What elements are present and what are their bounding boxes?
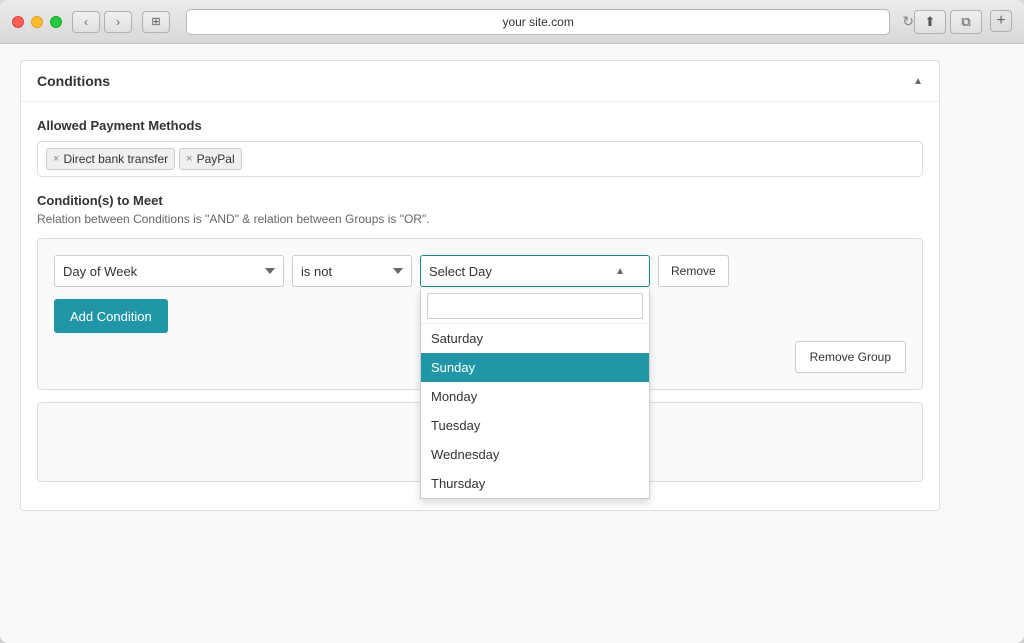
remove-condition-button[interactable]: Remove: [658, 255, 729, 287]
day-select-wrapper: Select Day ▲: [420, 255, 650, 287]
forward-button[interactable]: ›: [104, 11, 132, 33]
traffic-lights: [12, 16, 62, 28]
back-button[interactable]: ‹: [72, 11, 100, 33]
paypal-label: PayPal: [197, 152, 235, 166]
condition-type-select[interactable]: Day of Week Time Date: [54, 255, 284, 287]
dropdown-item-sunday[interactable]: Sunday: [421, 353, 649, 382]
dropdown-search-container: [421, 289, 649, 324]
browser-content: Conditions ▲ Allowed Payment Methods × D…: [0, 44, 1024, 643]
browser-window: ‹ › ⊞ your site.com ↻ ⬆ ⧉ +: [0, 0, 1024, 643]
reload-button[interactable]: ↻: [902, 13, 914, 30]
dropdown-item-wednesday[interactable]: Wednesday: [421, 440, 649, 469]
remove-direct-bank-button[interactable]: ×: [53, 154, 59, 165]
tuesday-label: Tuesday: [431, 418, 480, 433]
close-traffic-light[interactable]: [12, 16, 24, 28]
dropdown-item-saturday[interactable]: Saturday: [421, 324, 649, 353]
remove-group-button[interactable]: Remove Group: [795, 341, 906, 373]
new-tab-button[interactable]: +: [990, 10, 1012, 32]
share-icon: ⬆: [925, 14, 936, 30]
dropdown-list: Saturday Sunday Monday: [421, 324, 649, 498]
operator-select[interactable]: is is not greater than less than: [292, 255, 412, 287]
url-text: your site.com: [502, 15, 573, 29]
payment-methods-label: Allowed Payment Methods: [37, 118, 923, 133]
dropdown-item-tuesday[interactable]: Tuesday: [421, 411, 649, 440]
dropdown-search-input[interactable]: [427, 293, 643, 319]
tab-overview-button[interactable]: ⧉: [950, 10, 982, 34]
nav-buttons: ‹ ›: [72, 11, 132, 33]
sunday-label: Sunday: [431, 360, 475, 375]
window-mode-button[interactable]: ⊞: [142, 11, 170, 33]
panel-title: Conditions: [37, 73, 110, 89]
dropdown-item-thursday[interactable]: Thursday: [421, 469, 649, 498]
conditions-panel: Conditions ▲ Allowed Payment Methods × D…: [20, 60, 940, 511]
back-icon: ‹: [84, 15, 88, 29]
add-condition-button[interactable]: Add Condition: [54, 299, 168, 333]
conditions-desc: Relation between Conditions is "AND" & r…: [37, 212, 923, 226]
condition-group-1: Day of Week Time Date is is not greater …: [37, 238, 923, 390]
panel-toggle-button[interactable]: ▲: [913, 76, 923, 87]
payment-tag-direct-bank: × Direct bank transfer: [46, 148, 175, 170]
dropdown-arrow-icon: ▲: [615, 266, 625, 277]
tab-icon: ⧉: [961, 14, 970, 30]
window-icon: ⊞: [151, 15, 160, 28]
payment-methods-container: × Direct bank transfer × PayPal: [37, 141, 923, 177]
right-buttons: ⬆ ⧉ +: [914, 10, 1012, 34]
thursday-label: Thursday: [431, 476, 485, 491]
page-wrapper: Conditions ▲ Allowed Payment Methods × D…: [0, 44, 960, 539]
panel-header: Conditions ▲: [21, 61, 939, 102]
day-dropdown-popup: Saturday Sunday Monday: [420, 289, 650, 499]
remove-paypal-button[interactable]: ×: [186, 154, 192, 165]
saturday-label: Saturday: [431, 331, 483, 346]
browser-titlebar: ‹ › ⊞ your site.com ↻ ⬆ ⧉ +: [0, 0, 1024, 44]
dropdown-item-monday[interactable]: Monday: [421, 382, 649, 411]
panel-body: Allowed Payment Methods × Direct bank tr…: [21, 102, 939, 510]
share-button[interactable]: ⬆: [914, 10, 946, 34]
monday-label: Monday: [431, 389, 477, 404]
condition-row-1: Day of Week Time Date is is not greater …: [54, 255, 906, 287]
day-select-trigger[interactable]: Select Day ▲: [420, 255, 650, 287]
forward-icon: ›: [116, 15, 120, 29]
conditions-subtitle: Condition(s) to Meet: [37, 193, 923, 208]
payment-tag-paypal: × PayPal: [179, 148, 241, 170]
wednesday-label: Wednesday: [431, 447, 499, 462]
minimize-traffic-light[interactable]: [31, 16, 43, 28]
conditions-to-meet: Condition(s) to Meet Relation between Co…: [37, 193, 923, 482]
direct-bank-label: Direct bank transfer: [63, 152, 168, 166]
maximize-traffic-light[interactable]: [50, 16, 62, 28]
day-select-placeholder: Select Day: [429, 264, 492, 279]
address-bar[interactable]: your site.com: [186, 9, 890, 35]
